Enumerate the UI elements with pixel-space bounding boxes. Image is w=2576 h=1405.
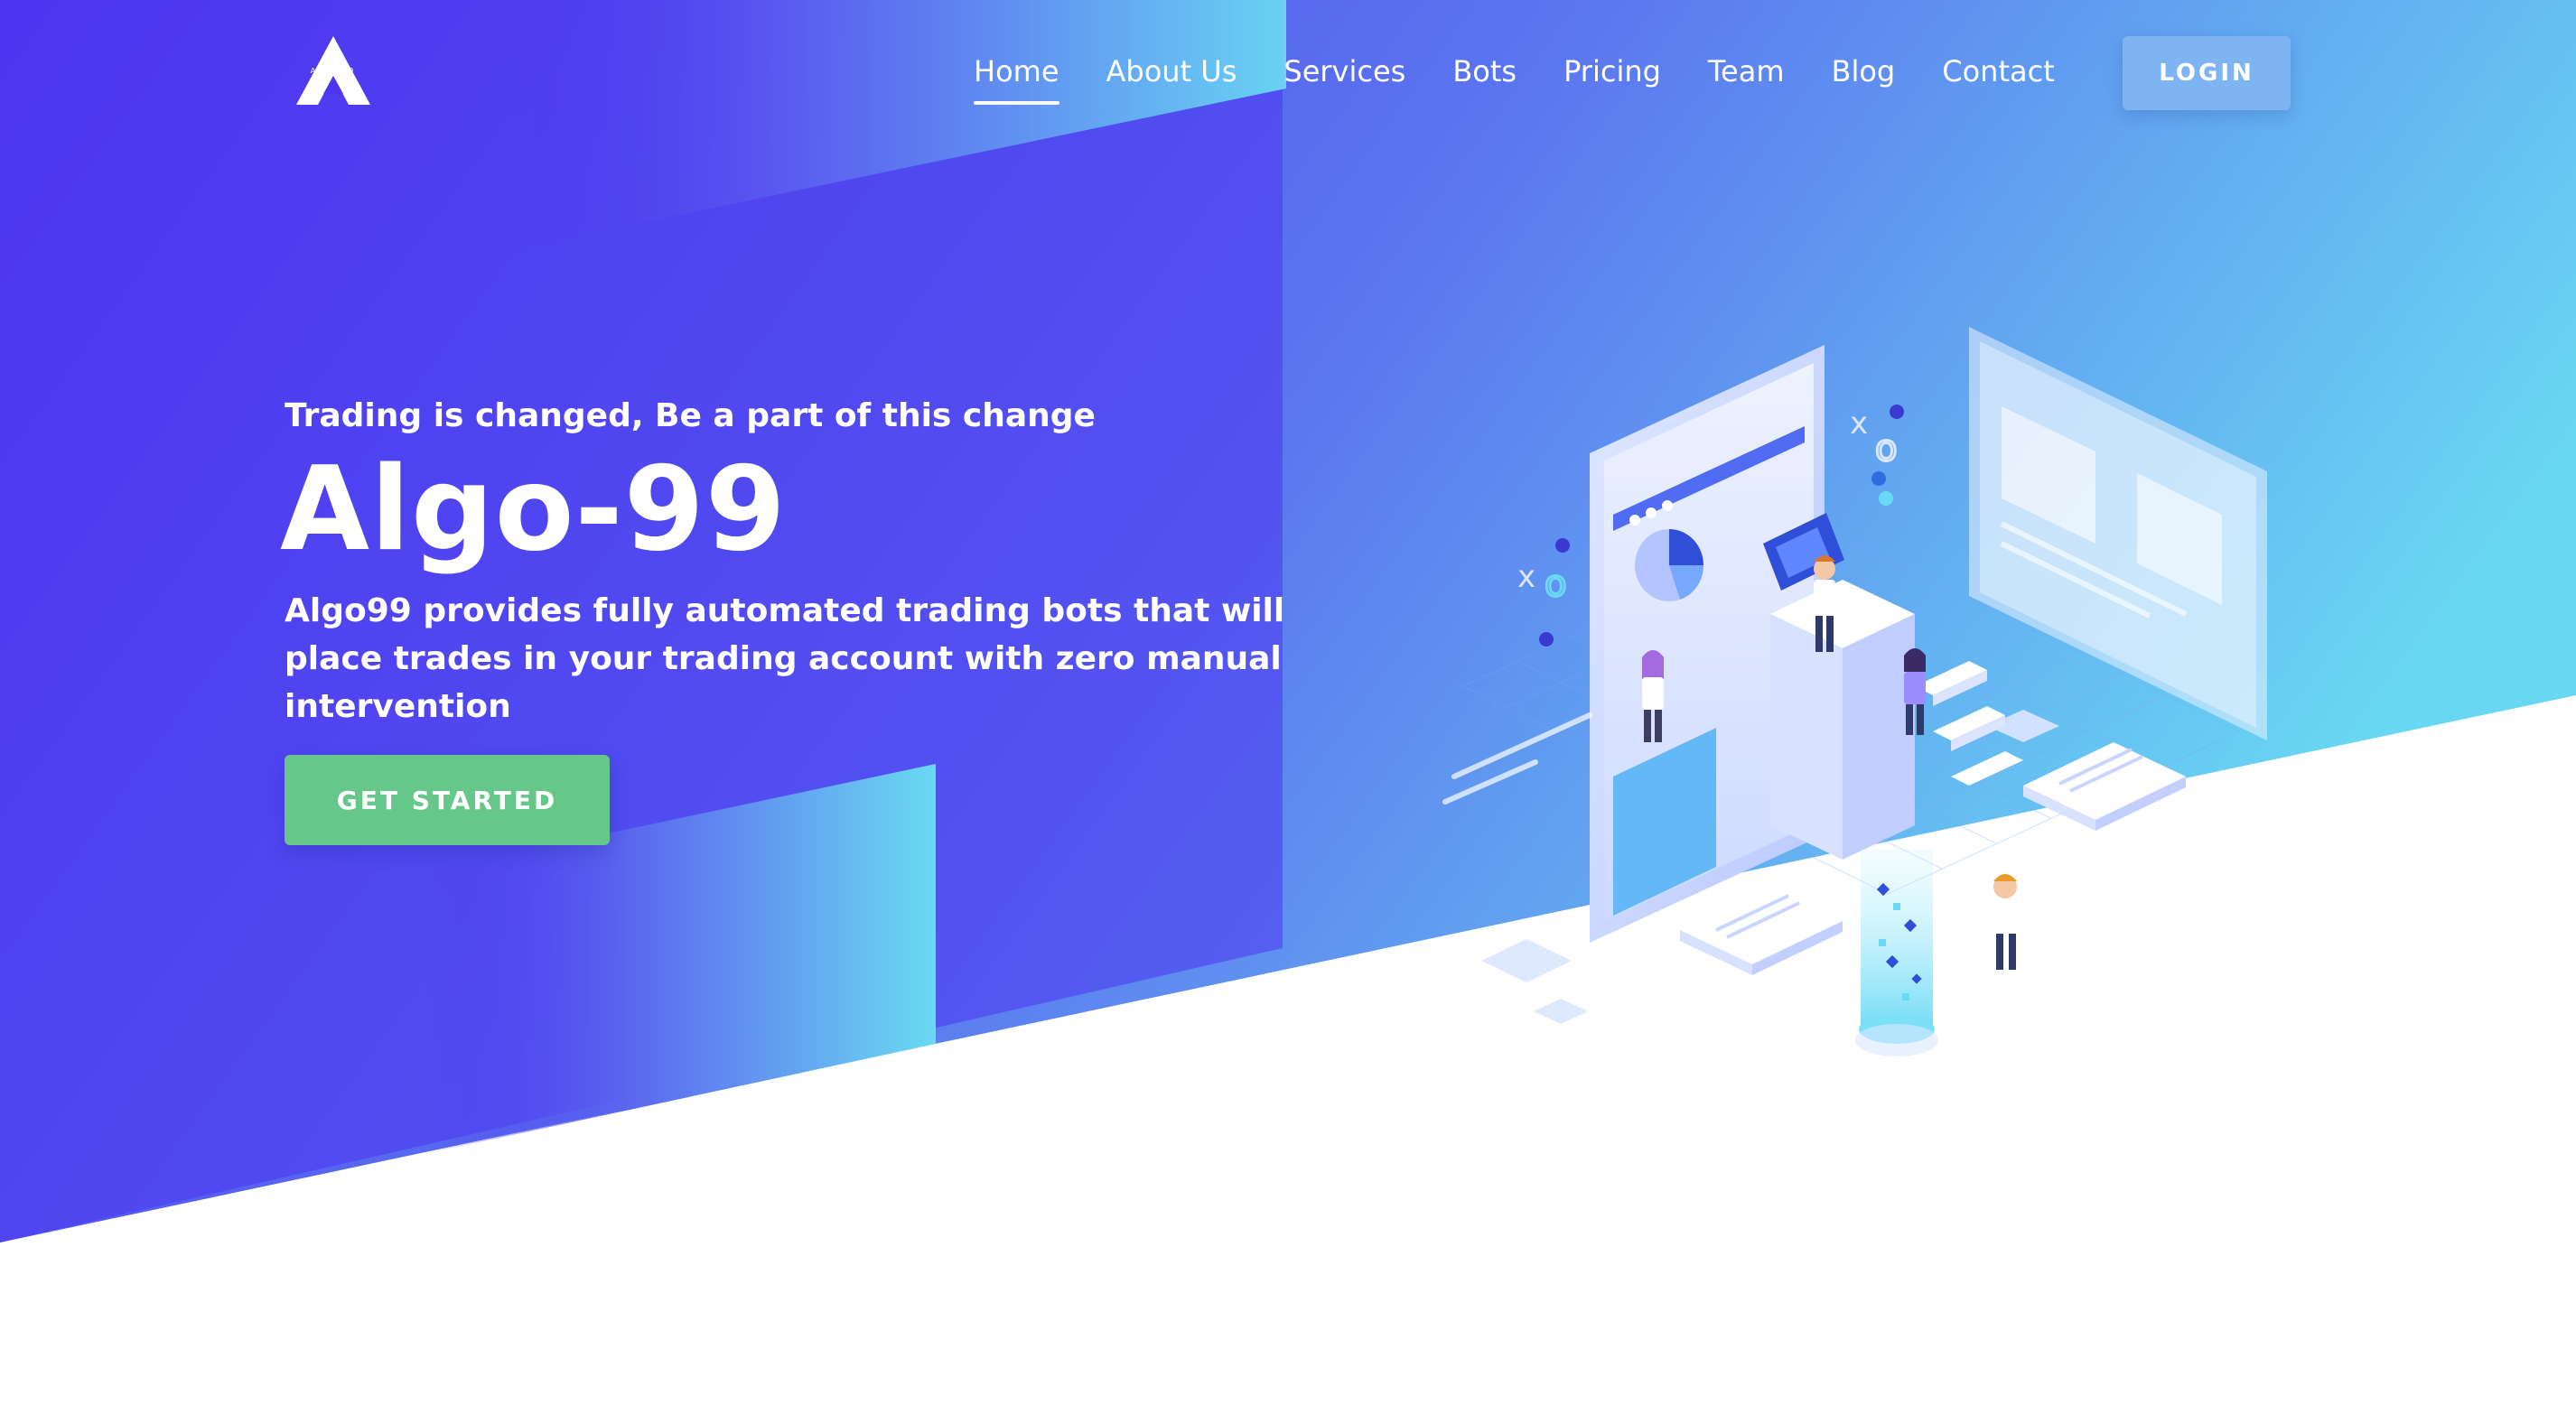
floating-panel [1969, 327, 2267, 740]
center-pedestal [1770, 580, 1915, 860]
person-icon-4 [1993, 874, 2018, 970]
hero-tagline: Trading is changed, Be a part of this ch… [285, 397, 1096, 434]
logo-text: ALGO99 [310, 67, 357, 75]
x-symbol: x [1517, 559, 1535, 595]
main-nav: Home About Us Services Bots Pricing Team… [974, 47, 2055, 105]
brand-logo[interactable]: ALGO99 [294, 34, 372, 107]
nav-item-services[interactable]: Services [1283, 47, 1405, 96]
svg-text:o: o [1875, 428, 1897, 470]
nav-item-contact[interactable]: Contact [1942, 47, 2055, 96]
hero-description: Algo99 provides fully automated trading … [285, 592, 1285, 725]
get-started-button[interactable]: GET STARTED [285, 755, 610, 845]
nav-item-bots[interactable]: Bots [1452, 47, 1517, 96]
nav-item-home[interactable]: Home [974, 47, 1059, 105]
paper-stack-right [2023, 742, 2186, 831]
nav-item-blog[interactable]: Blog [1832, 47, 1896, 96]
hero-title: Algo-99 [280, 442, 787, 577]
login-button[interactable]: LOGIN [2123, 36, 2291, 110]
paper-stack-left [1680, 887, 1843, 975]
glow-tube [1855, 849, 1938, 1056]
nav-item-pricing[interactable]: Pricing [1563, 47, 1661, 96]
speed-lines [1442, 712, 1592, 805]
isometric-trading-app-icon: x o x o [1442, 327, 2267, 1056]
nav-item-team[interactable]: Team [1708, 47, 1785, 96]
o-symbol: o [1545, 563, 1566, 605]
svg-text:x: x [1850, 405, 1868, 442]
nav-item-about-us[interactable]: About Us [1106, 47, 1237, 96]
